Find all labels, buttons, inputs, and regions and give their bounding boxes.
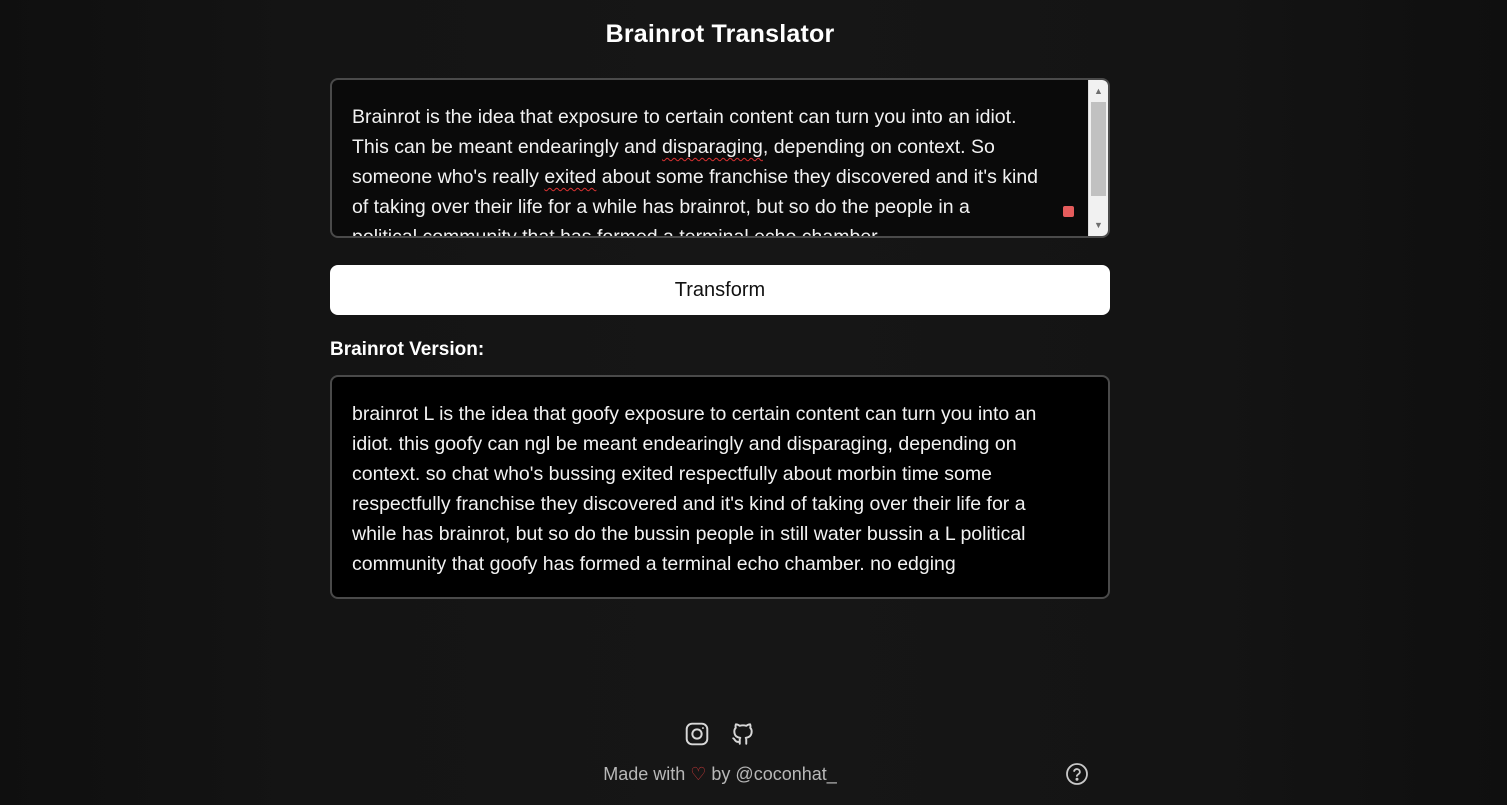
help-icon[interactable] (1065, 762, 1089, 786)
output-panel: brainrot L is the idea that goofy exposu… (330, 375, 1110, 599)
input-line: Brainrot is the idea that exposure to ce… (352, 106, 1017, 128)
github-icon (732, 723, 753, 745)
scroll-up-arrow-icon[interactable]: ▲ (1089, 82, 1108, 100)
author-credit[interactable]: by @coconhat_ (711, 764, 836, 784)
input-line: political community that has formed a te… (352, 226, 882, 238)
instagram-link[interactable] (684, 720, 710, 748)
page: Brainrot Translator Brainrot is the idea… (0, 0, 1507, 805)
output-text: brainrot L is the idea that goofy exposu… (352, 403, 1037, 575)
heart-icon: ♡ (690, 764, 707, 784)
footer-credit: Made with ♡ by @coconhat_ (603, 764, 837, 784)
input-line: of taking over their life for a while ha… (352, 196, 970, 218)
github-link[interactable] (730, 720, 756, 748)
misspelled-word: disparaging (662, 136, 763, 158)
instagram-icon (685, 722, 709, 746)
scrollbar-thumb[interactable] (1091, 102, 1106, 196)
input-line: someone who's really exited about some f… (352, 166, 1039, 188)
scroll-down-arrow-icon[interactable]: ▼ (1089, 216, 1108, 234)
social-links (684, 720, 756, 748)
scrollbar[interactable]: ▲ ▼ (1088, 80, 1108, 236)
input-textarea[interactable]: Brainrot is the idea that exposure to ce… (330, 78, 1110, 238)
transform-button[interactable]: Transform (330, 265, 1110, 315)
input-text[interactable]: Brainrot is the idea that exposure to ce… (352, 102, 1072, 238)
misspelled-word: exited (544, 166, 597, 188)
grammar-indicator-icon[interactable] (1063, 206, 1074, 217)
input-line: This can be meant endearingly and dispar… (352, 136, 995, 158)
output-label: Brainrot Version: (330, 339, 485, 360)
page-title: Brainrot Translator (605, 20, 835, 48)
